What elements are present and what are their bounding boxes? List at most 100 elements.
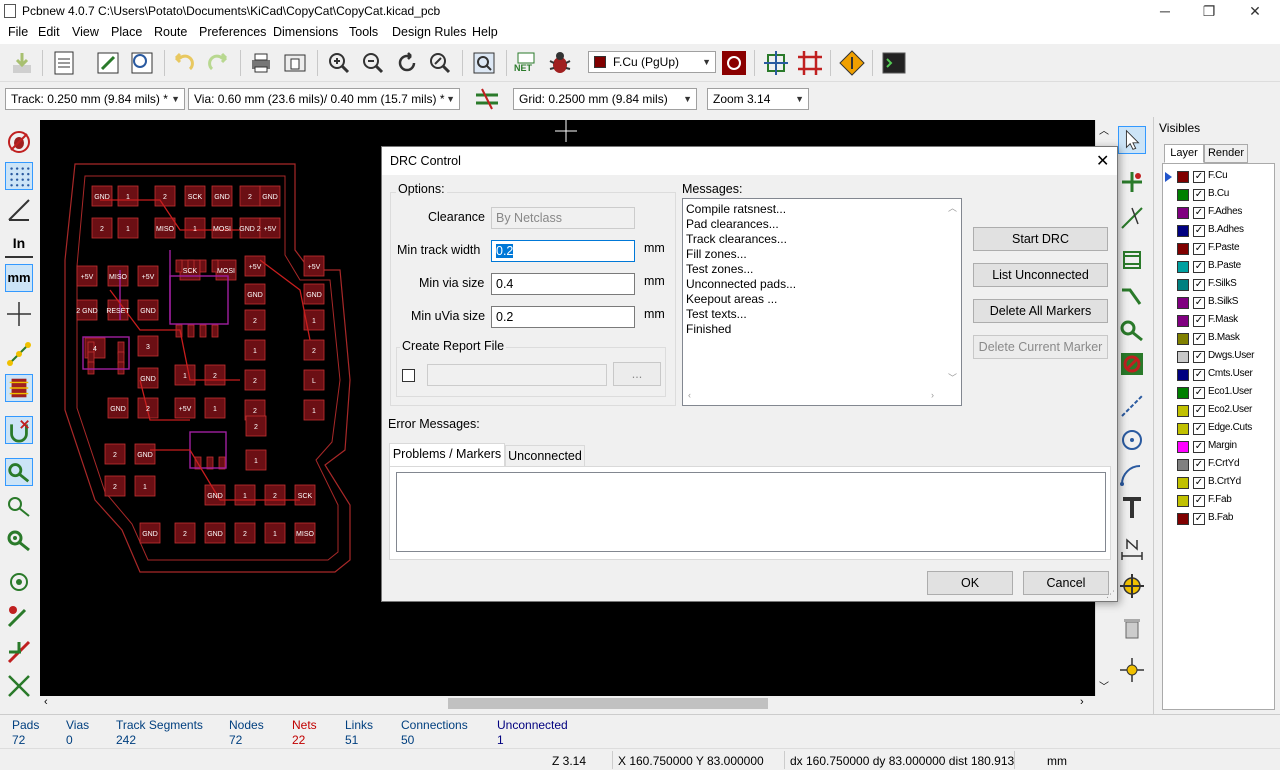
layer-visible-checkbox[interactable]: ✓: [1193, 243, 1205, 255]
auto-delete-track-icon[interactable]: [5, 416, 33, 444]
layer-row[interactable]: ✓ B.Adhes: [1163, 222, 1275, 240]
set-origin-icon[interactable]: [1118, 656, 1146, 684]
add-target-icon[interactable]: [1118, 572, 1146, 600]
grid-select[interactable]: Grid: 0.2500 mm (9.84 mils) ▼: [513, 88, 697, 110]
add-arc-icon[interactable]: [1118, 460, 1146, 488]
layer-row[interactable]: ✓ B.SilkS: [1163, 294, 1275, 312]
layer-color-swatch[interactable]: [1177, 369, 1189, 381]
layer-color-swatch[interactable]: [1177, 387, 1189, 399]
min-track-width-field[interactable]: 0.2: [491, 240, 635, 262]
start-drc-button[interactable]: Start DRC: [973, 227, 1108, 251]
layer-color-swatch[interactable]: [1177, 351, 1189, 363]
scroll-right-icon[interactable]: ›: [1080, 696, 1084, 708]
menu-route[interactable]: Route: [154, 25, 187, 39]
layer-color-swatch[interactable]: [1177, 243, 1189, 255]
layer-name[interactable]: F.Adhes: [1208, 206, 1242, 217]
problems-list[interactable]: [396, 472, 1106, 552]
layer-row[interactable]: ✓ B.CrtYd: [1163, 474, 1275, 492]
canvas-horizontal-scrollbar[interactable]: ‹ ›: [40, 696, 1095, 711]
add-track-icon[interactable]: [1118, 282, 1146, 310]
microwave-icon[interactable]: [838, 49, 866, 77]
redraw-icon[interactable]: [393, 49, 421, 77]
layer-name[interactable]: B.Paste: [1208, 260, 1241, 271]
units-inch-button[interactable]: In: [5, 230, 33, 258]
layer-row[interactable]: ✓ Edge.Cuts: [1163, 420, 1275, 438]
polar-coords-icon[interactable]: [5, 196, 33, 224]
layer-row[interactable]: ✓ F.CrtYd: [1163, 456, 1275, 474]
layer-name[interactable]: F.CrtYd: [1208, 458, 1240, 469]
show-pads-icon[interactable]: [5, 568, 33, 596]
report-file-checkbox[interactable]: [402, 369, 415, 382]
zoom-in-icon[interactable]: [325, 49, 353, 77]
netlist-icon[interactable]: NET: [512, 49, 540, 77]
layer-visible-checkbox[interactable]: ✓: [1193, 369, 1205, 381]
min-via-size-field[interactable]: 0.4: [491, 273, 635, 295]
menu-tools[interactable]: Tools: [349, 25, 378, 39]
add-keepout-icon[interactable]: [1118, 350, 1146, 378]
add-footprint-icon[interactable]: [1118, 246, 1146, 274]
add-via-icon[interactable]: [1118, 316, 1146, 344]
drc-off-icon[interactable]: [5, 128, 33, 156]
layer-row[interactable]: ✓ Cmts.User: [1163, 366, 1275, 384]
layer-name[interactable]: F.Fab: [1208, 494, 1232, 505]
layer-name[interactable]: B.Mask: [1208, 332, 1240, 343]
layer-color-swatch[interactable]: [1177, 477, 1189, 489]
layer-visible-checkbox[interactable]: ✓: [1193, 207, 1205, 219]
layer-visible-checkbox[interactable]: ✓: [1193, 477, 1205, 489]
layer-name[interactable]: B.CrtYd: [1208, 476, 1241, 487]
menu-place[interactable]: Place: [111, 25, 142, 39]
layer-color-swatch[interactable]: [1177, 297, 1189, 309]
layer-row[interactable]: ✓ B.Mask: [1163, 330, 1275, 348]
select-arrow-icon[interactable]: [1118, 126, 1146, 154]
layer-visible-checkbox[interactable]: ✓: [1193, 513, 1205, 525]
layer-pair-icon[interactable]: [720, 49, 748, 77]
layer-color-swatch[interactable]: [1177, 315, 1189, 327]
layer-visible-checkbox[interactable]: ✓: [1193, 189, 1205, 201]
via-size-select[interactable]: Via: 0.60 mm (23.6 mils)/ 0.40 mm (15.7 …: [188, 88, 460, 110]
module-editor-icon[interactable]: [94, 49, 122, 77]
add-graphic-line-icon[interactable]: [1118, 392, 1146, 420]
layer-color-swatch[interactable]: [1177, 189, 1189, 201]
add-circle-icon[interactable]: [1118, 426, 1146, 454]
layer-name[interactable]: Eco2.User: [1208, 404, 1252, 415]
layer-visible-checkbox[interactable]: ✓: [1193, 315, 1205, 327]
ok-button[interactable]: OK: [927, 571, 1013, 595]
layer-name[interactable]: B.Adhes: [1208, 224, 1244, 235]
tab-problems-markers[interactable]: Problems / Markers: [389, 443, 505, 467]
show-zones-icon[interactable]: [5, 458, 33, 486]
layer-row[interactable]: ✓ Margin: [1163, 438, 1275, 456]
high-contrast-icon[interactable]: [5, 638, 33, 666]
layer-row[interactable]: ✓ F.Adhes: [1163, 204, 1275, 222]
delete-trash-icon[interactable]: [1118, 614, 1146, 642]
layer-name[interactable]: B.Fab: [1208, 512, 1233, 523]
scripting-console-icon[interactable]: [880, 49, 908, 77]
show-vias-icon[interactable]: [5, 602, 33, 630]
add-text-icon[interactable]: [1118, 494, 1146, 522]
layer-color-swatch[interactable]: [1177, 513, 1189, 525]
layer-row[interactable]: ✓ B.Paste: [1163, 258, 1275, 276]
layer-row[interactable]: ✓ Eco1.User: [1163, 384, 1275, 402]
layer-visible-checkbox[interactable]: ✓: [1193, 297, 1205, 309]
zoom-select[interactable]: Zoom 3.14 ▼: [707, 88, 809, 110]
layer-select[interactable]: F.Cu (PgUp) ▼: [588, 51, 716, 73]
local-ratsnest-icon[interactable]: [1118, 204, 1146, 232]
menu-view[interactable]: View: [72, 25, 99, 39]
layer-row[interactable]: ✓ Dwgs.User: [1163, 348, 1275, 366]
layer-visible-checkbox[interactable]: ✓: [1193, 261, 1205, 273]
layer-visible-checkbox[interactable]: ✓: [1193, 459, 1205, 471]
microwave-toolbar-icon[interactable]: [5, 672, 33, 700]
layer-color-swatch[interactable]: [1177, 423, 1189, 435]
show-zones-outline-icon[interactable]: [5, 492, 33, 520]
resize-grip-icon[interactable]: ⋰: [1106, 589, 1115, 600]
layer-color-swatch[interactable]: [1177, 333, 1189, 345]
layer-name[interactable]: F.SilkS: [1208, 278, 1237, 289]
layer-visible-checkbox[interactable]: ✓: [1193, 171, 1205, 183]
grid-toggle-icon[interactable]: [5, 162, 33, 190]
layer-row[interactable]: ✓ F.Fab: [1163, 492, 1275, 510]
layer-color-swatch[interactable]: [1177, 207, 1189, 219]
layer-row[interactable]: ✓ F.Mask: [1163, 312, 1275, 330]
layer-row[interactable]: ✓ B.Fab: [1163, 510, 1275, 528]
module-ratsnest-icon[interactable]: [5, 374, 33, 402]
cursor-shape-icon[interactable]: [5, 300, 33, 328]
layer-color-swatch[interactable]: [1177, 495, 1189, 507]
